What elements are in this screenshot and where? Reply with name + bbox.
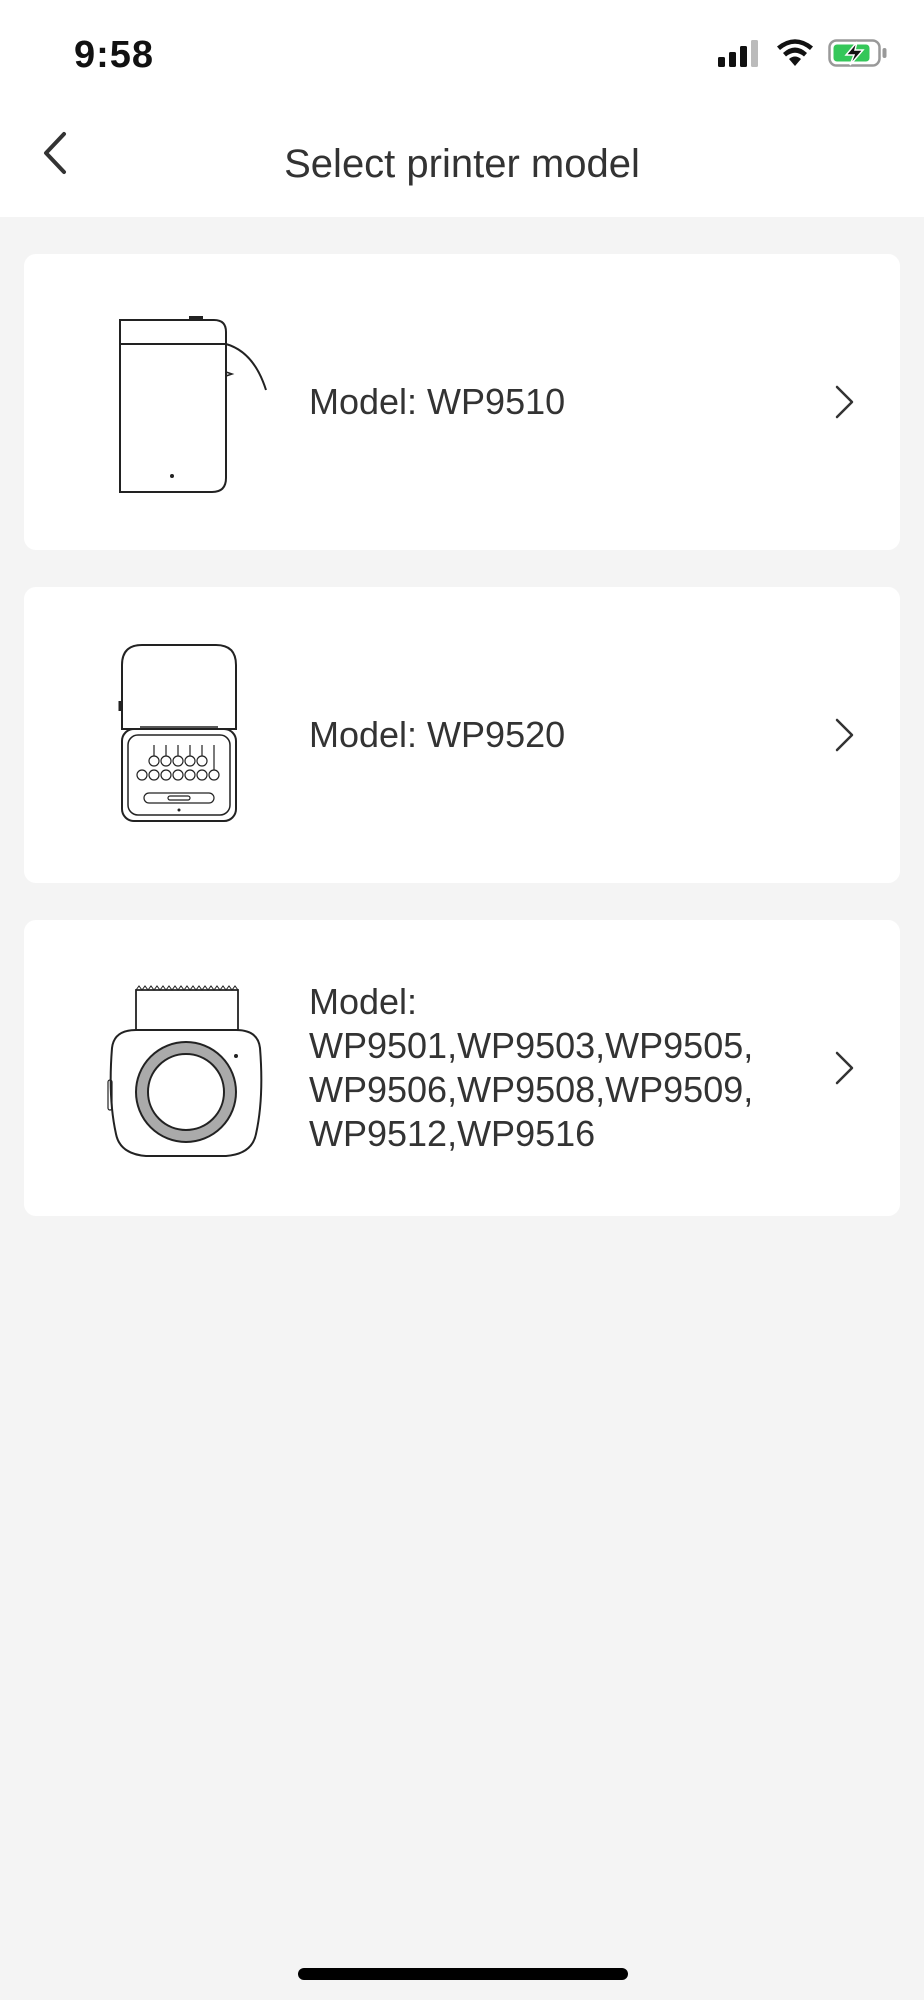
model-card-wp9510[interactable]: Model: WP9510 — [24, 254, 900, 550]
chevron-right-icon — [830, 1044, 860, 1092]
printer-wp9520-icon — [74, 627, 294, 843]
model-label: Model: WP9520 — [309, 714, 566, 755]
printer-wp9510-icon — [74, 294, 294, 510]
chevron-right-icon — [830, 711, 860, 759]
chevron-right-icon — [830, 378, 860, 426]
battery-icon — [828, 38, 888, 73]
model-label: Model: WP9501,WP9503,WP9505, WP9506,WP95… — [309, 920, 829, 1216]
signal-icon — [718, 39, 762, 72]
printer-round-icon — [74, 960, 294, 1176]
home-indicator[interactable] — [298, 1968, 628, 1980]
model-label: Model: WP9510 — [309, 381, 566, 422]
status-icons — [718, 38, 888, 73]
model-card-wp95xx[interactable]: Model: WP9501,WP9503,WP9505, WP9506,WP95… — [24, 920, 900, 1216]
model-label-line: WP9512,WP9516 — [309, 1113, 596, 1154]
model-label-line: Model: — [309, 981, 418, 1022]
model-label-line: WP9501,WP9503,WP9505, — [309, 1025, 754, 1066]
nav-bar: Select printer model — [0, 100, 924, 217]
wifi-icon — [776, 39, 814, 72]
status-bar: 9:58 — [0, 0, 924, 100]
model-card-wp9520[interactable]: Model: WP9520 — [24, 587, 900, 883]
page-title: Select printer model — [284, 142, 640, 186]
status-time: 9:58 — [74, 34, 155, 76]
model-label-line: WP9506,WP9508,WP9509, — [309, 1069, 754, 1110]
